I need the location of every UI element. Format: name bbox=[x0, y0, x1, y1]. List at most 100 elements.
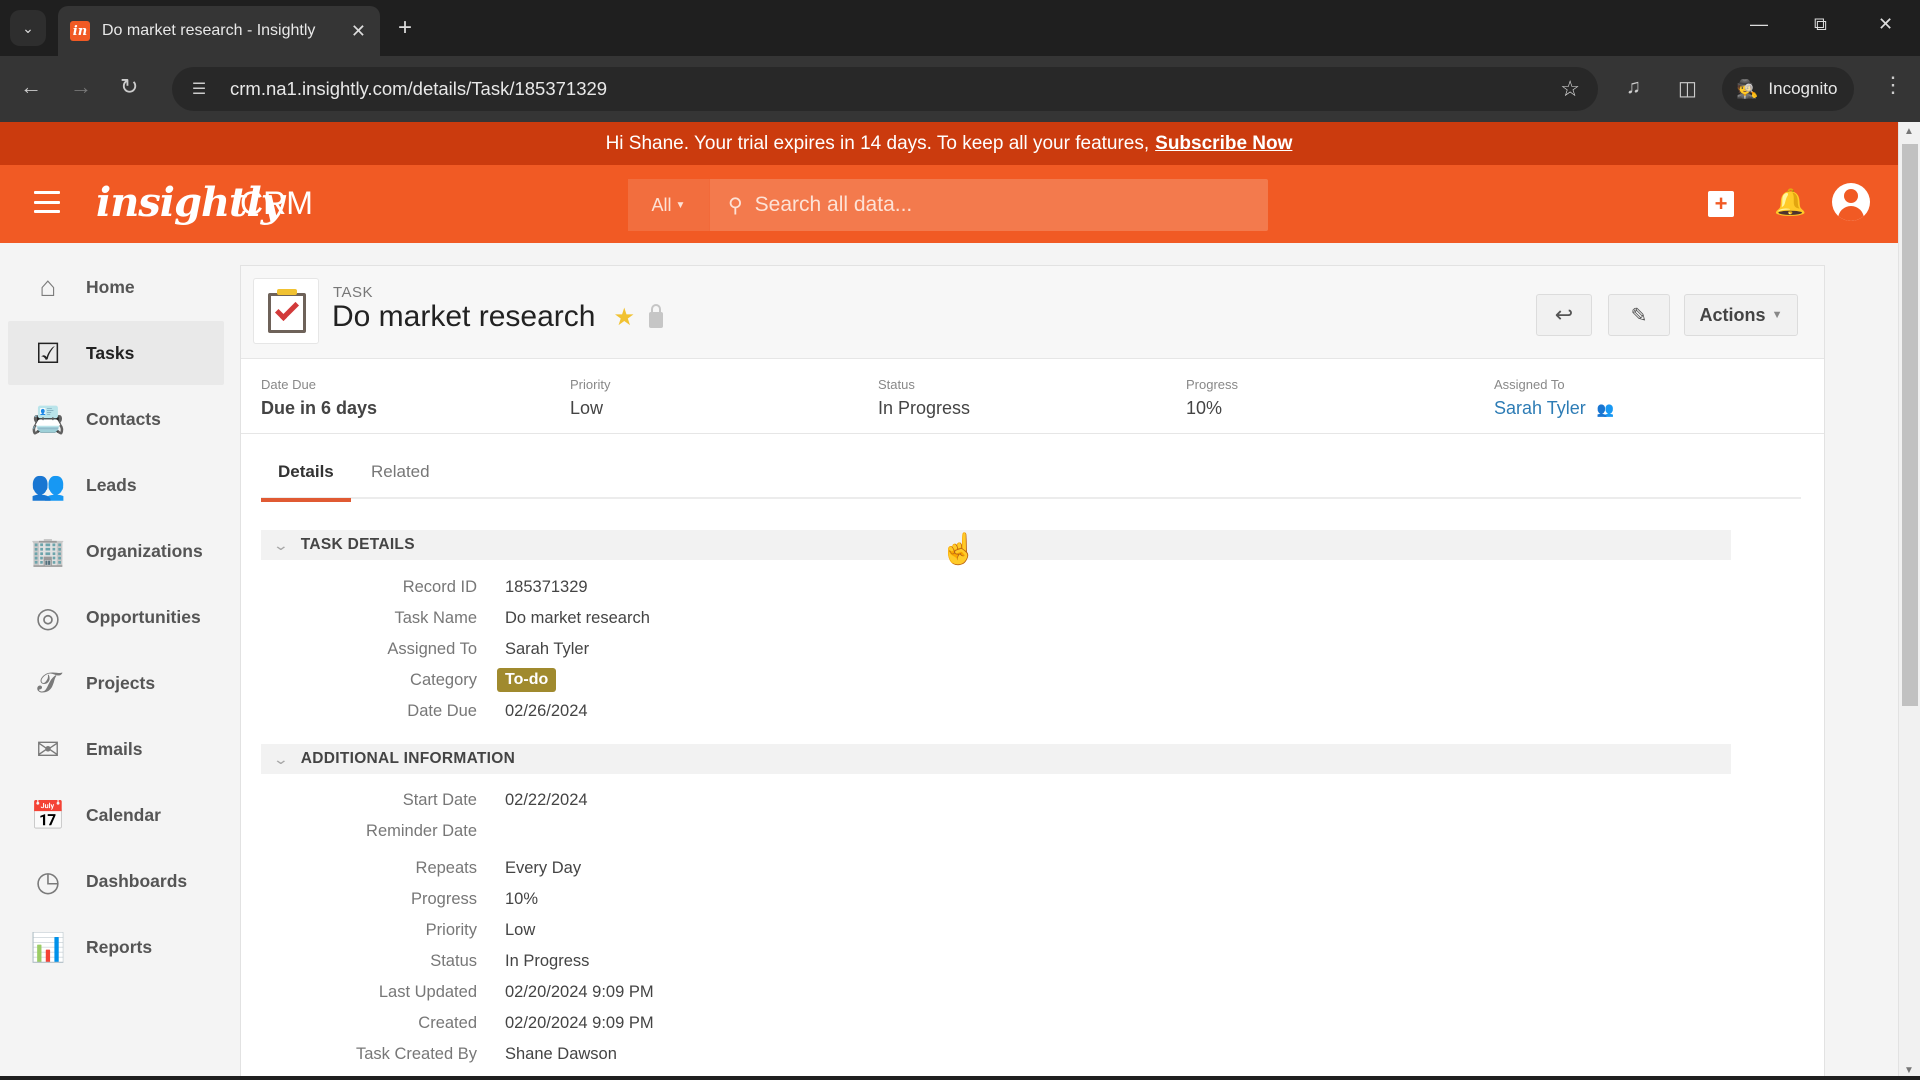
field-value: 02/20/2024 9:09 PM bbox=[505, 1013, 654, 1032]
sidebar-item-tasks[interactable]: ☑ Tasks bbox=[8, 321, 224, 385]
field-row: Task Name Do market research bbox=[241, 603, 1141, 633]
page-scrollbar[interactable]: ▲ ▼ bbox=[1898, 122, 1920, 1080]
field-value: 185371329 bbox=[505, 577, 588, 596]
url-text[interactable]: crm.na1.insightly.com/details/Task/18537… bbox=[230, 78, 1560, 100]
sidebar-item-emails[interactable]: ✉ Emails bbox=[8, 717, 224, 781]
field-value: 10% bbox=[505, 889, 539, 908]
tasks-icon: ☑ bbox=[35, 337, 61, 369]
star-icon[interactable]: ★ bbox=[613, 303, 635, 332]
record-title: Do market research bbox=[332, 300, 596, 333]
add-new-icon[interactable]: + bbox=[1708, 191, 1734, 217]
sidebar-item-calendar[interactable]: 📅 Calendar bbox=[8, 783, 224, 847]
bookmark-star-icon[interactable]: ☆ bbox=[1560, 76, 1580, 102]
field-label: Progress bbox=[410, 889, 477, 908]
browser-menu-icon[interactable]: ⋮ bbox=[1882, 72, 1904, 98]
tab-title: Do market research - Insightly bbox=[102, 22, 316, 39]
field-label: Repeats bbox=[415, 858, 477, 877]
field-row: Reminder Date bbox=[241, 816, 1141, 846]
close-tab-icon[interactable]: ✕ bbox=[351, 21, 366, 42]
field-value: 02/20/2024 9:09 PM bbox=[505, 982, 654, 1001]
summary-label: Date Due bbox=[261, 377, 316, 392]
scroll-down-icon[interactable]: ▼ bbox=[1904, 1065, 1914, 1076]
new-tab-icon[interactable]: + bbox=[398, 14, 412, 42]
record-header: TASK Do market research ★ ↩ ✎ Actions ▼ bbox=[241, 266, 1824, 359]
reload-icon[interactable]: ↻ bbox=[120, 74, 138, 100]
close-window-icon[interactable]: ✕ bbox=[1878, 14, 1893, 35]
home-icon: ⌂ bbox=[39, 271, 57, 302]
browser-toolbar: ← → ↻ ☰ crm.na1.insightly.com/details/Ta… bbox=[0, 56, 1920, 122]
field-row: Progress 10% bbox=[241, 884, 1141, 914]
subscribe-now-link[interactable]: Subscribe Now bbox=[1155, 133, 1292, 155]
field-label: Status bbox=[430, 951, 477, 970]
trial-text: Hi Shane. Your trial expires in 14 days.… bbox=[605, 132, 1150, 154]
additional-info-section-header[interactable]: ⌄ ADDITIONAL INFORMATION bbox=[261, 744, 1731, 774]
sidebar-item-label: Dashboards bbox=[86, 870, 188, 891]
restore-icon[interactable]: ⧉ bbox=[1814, 14, 1827, 35]
tab-related[interactable]: Related bbox=[354, 462, 447, 498]
lock-icon[interactable] bbox=[648, 304, 663, 328]
summary-value: Due in 6 days bbox=[261, 398, 378, 418]
tab-details[interactable]: Details bbox=[261, 462, 351, 502]
field-label: Date Due bbox=[407, 701, 477, 720]
field-value: Low bbox=[505, 920, 536, 939]
summary-status: Status In Progress bbox=[878, 377, 970, 419]
summary-value: Low bbox=[570, 398, 604, 418]
hand-cursor-icon: ☝ bbox=[940, 533, 978, 566]
search-scope-dropdown[interactable]: All ▼ bbox=[628, 179, 710, 231]
category-badge: To-do bbox=[497, 668, 557, 692]
organizations-icon: 🏢 bbox=[30, 535, 66, 567]
sidebar-item-dashboards[interactable]: ◷ Dashboards bbox=[8, 849, 224, 913]
back-button[interactable]: ↩ bbox=[1536, 294, 1592, 336]
scroll-thumb[interactable] bbox=[1902, 144, 1918, 706]
notifications-bell-icon[interactable]: 🔔 bbox=[1774, 187, 1806, 218]
trial-banner: Hi Shane. Your trial expires in 14 days.… bbox=[0, 122, 1898, 165]
hamburger-menu-icon[interactable] bbox=[34, 191, 60, 213]
sidebar-item-opportunities[interactable]: ◎ Opportunities bbox=[8, 585, 224, 649]
forward-icon[interactable]: → bbox=[70, 74, 92, 100]
summary-value: In Progress bbox=[878, 398, 971, 418]
scroll-up-icon[interactable]: ▲ bbox=[1904, 126, 1914, 137]
reports-icon: 📊 bbox=[30, 931, 66, 963]
field-row: Date Due 02/26/2024 bbox=[241, 696, 1141, 726]
field-row: Last Updated 02/20/2024 9:09 PM bbox=[241, 977, 1141, 1007]
section-title: TASK DETAILS bbox=[300, 536, 415, 553]
side-panel-icon[interactable]: ◫ bbox=[1678, 76, 1697, 101]
media-control-icon[interactable]: ♫ bbox=[1626, 76, 1641, 99]
sidebar-item-reports[interactable]: 📊 Reports bbox=[8, 915, 224, 979]
actions-label: Actions bbox=[1699, 304, 1766, 325]
actions-dropdown-button[interactable]: Actions ▼ bbox=[1684, 294, 1798, 336]
minimize-icon[interactable]: — bbox=[1750, 14, 1768, 35]
assigned-user-link[interactable]: Sarah Tyler bbox=[1494, 398, 1586, 418]
sidebar-item-home[interactable]: ⌂ Home bbox=[8, 255, 224, 319]
site-info-icon[interactable]: ☰ bbox=[182, 72, 216, 106]
incognito-indicator[interactable]: 🕵 Incognito bbox=[1722, 67, 1854, 111]
task-details-section-header[interactable]: ⌄ TASK DETAILS bbox=[261, 530, 1731, 560]
browser-tab[interactable]: in Do market research - Insightly ✕ bbox=[58, 6, 380, 56]
edit-button[interactable]: ✎ bbox=[1608, 294, 1670, 336]
field-value: Sarah Tyler bbox=[505, 639, 590, 658]
sidebar-item-leads[interactable]: 👥 Leads bbox=[8, 453, 224, 517]
address-bar[interactable]: ☰ crm.na1.insightly.com/details/Task/185… bbox=[172, 67, 1598, 111]
sidebar-item-label: Projects bbox=[86, 672, 156, 693]
incognito-label: Incognito bbox=[1768, 79, 1838, 98]
field-row: Repeats Every Day bbox=[241, 853, 1141, 883]
record-title-row: Do market research ★ bbox=[332, 300, 663, 334]
summary-progress: Progress 10% bbox=[1186, 377, 1238, 419]
tab-list-button[interactable]: ⌄ bbox=[10, 10, 46, 46]
summary-label: Assigned To bbox=[1494, 377, 1565, 392]
field-row: Task Created By Shane Dawson bbox=[241, 1039, 1141, 1069]
sidebar-item-projects[interactable]: 𝓣 Projects bbox=[8, 651, 224, 715]
summary-value: 10% bbox=[1186, 398, 1223, 418]
field-row: Assigned To Sarah Tyler bbox=[241, 634, 1141, 664]
summary-label: Priority bbox=[570, 377, 611, 392]
sidebar-item-organizations[interactable]: 🏢 Organizations bbox=[8, 519, 224, 583]
task-record-icon bbox=[253, 278, 319, 344]
back-icon[interactable]: ← bbox=[20, 74, 42, 100]
chevron-down-icon: ⌄ bbox=[272, 536, 290, 553]
user-profile-icon[interactable] bbox=[1832, 183, 1870, 221]
summary-date-due: Date Due Due in 6 days bbox=[261, 377, 377, 419]
search-scope-label: All bbox=[651, 194, 672, 215]
search-input[interactable] bbox=[754, 193, 1268, 217]
section-title: ADDITIONAL INFORMATION bbox=[300, 750, 516, 767]
sidebar-item-contacts[interactable]: 📇 Contacts bbox=[8, 387, 224, 451]
